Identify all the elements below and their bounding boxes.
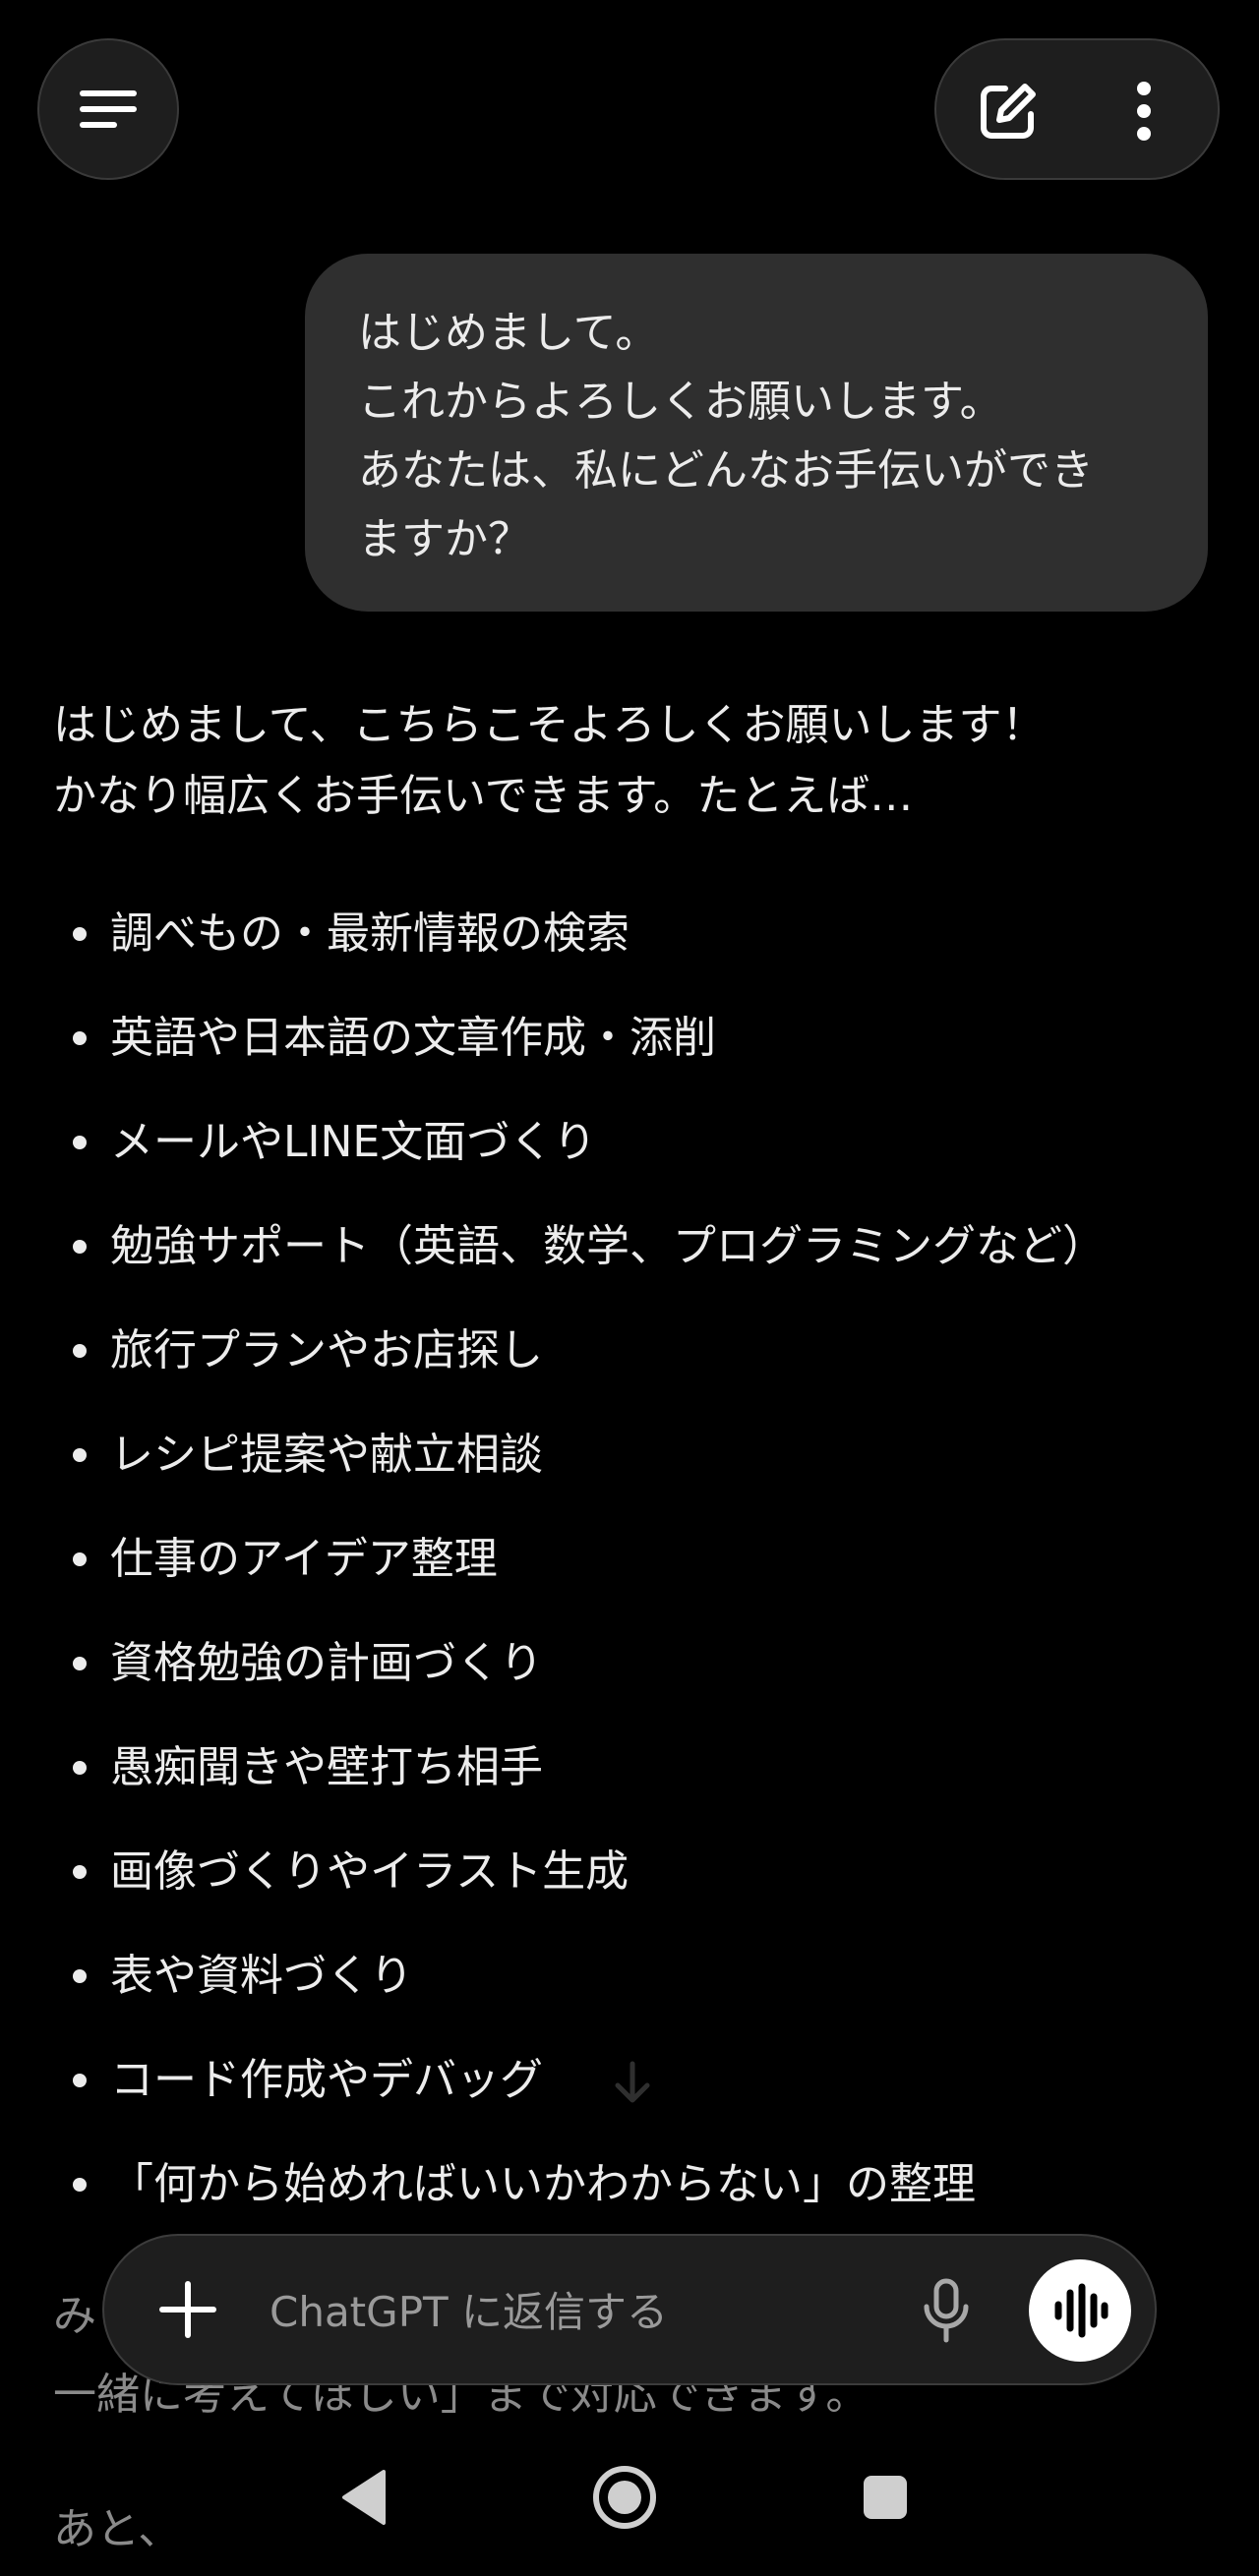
list-item-text: 資格勉強の計画づくり [110,1638,543,1688]
voice-mode-icon [1054,2283,1109,2338]
microphone-icon [924,2278,969,2343]
bullet-dot-icon [73,1761,87,1775]
arrow-down-icon [615,2061,650,2103]
more-vertical-icon [1137,82,1151,141]
recents-square-icon [864,2476,907,2519]
assistant-trailing-text: あと、 [53,2504,182,2554]
assistant-intro-line: はじめまして、こちらこそよろしくお願いします！ [53,700,1046,750]
list-item-text: コード作成やデバッグ [110,2055,543,2105]
list-item: 画像づくりやイラスト生成 [53,1833,1214,1937]
more-options-button[interactable] [1107,74,1181,148]
plus-icon [159,2281,216,2338]
bullet-dot-icon [73,2178,87,2192]
list-item-text: 調べもの・最新情報の検索 [110,908,630,959]
list-item: メールやLINE文面づくり [53,1103,1214,1207]
dictation-button[interactable] [909,2273,984,2348]
message-composer [102,2234,1157,2385]
scroll-to-bottom-button[interactable] [595,2045,670,2120]
system-recents-button[interactable] [846,2458,925,2537]
bullet-dot-icon [73,1240,87,1254]
list-item-text: レシピ提案や献立相談 [110,1430,543,1480]
list-item-text: 愚痴聞きや壁打ち相手 [110,1742,543,1792]
list-item-text: 「何から始めればいいかわからない」の整理 [110,2159,976,2209]
user-message-line: あなたは、私にどんなお手伝いができ [358,445,1094,496]
list-item-text: 画像づくりやイラスト生成 [110,1846,630,1897]
bullet-dot-icon [73,1136,87,1149]
list-item-text: 表や資料づくり [110,1951,413,2001]
list-item: 愚痴聞きや壁打ち相手 [53,1728,1214,1833]
list-item-text: 仕事のアイデア整理 [110,1534,498,1584]
list-item: 勉強サポート（英語、数学、プログラミングなど） [53,1207,1214,1312]
assistant-message-intro: はじめまして、こちらこそよろしくお願いします！ かなり幅広くお手伝いできます。た… [53,690,1045,832]
bullet-dot-icon [73,1448,87,1462]
list-item: 旅行プランやお店探し [53,1312,1214,1416]
new-chat-icon [981,84,1036,139]
voice-mode-button[interactable] [1029,2259,1131,2362]
home-circle-icon [593,2466,656,2529]
header-actions [934,38,1220,180]
user-message-bubble: はじめまして。 これからよろしくお願いします。 あなたは、私にどんなお手伝いがで… [305,254,1208,612]
bullet-dot-icon [73,1344,87,1358]
assistant-trailing-text: み [53,2291,96,2341]
list-item-text: 英語や日本語の文章作成・添削 [110,1013,716,1063]
bullet-dot-icon [73,1657,87,1670]
list-item: レシピ提案や献立相談 [53,1416,1214,1520]
list-item: 表や資料づくり [53,1937,1214,2041]
add-attachment-button[interactable] [155,2277,220,2342]
user-message-line: ますか？ [358,514,531,564]
list-item: 資格勉強の計画づくり [53,1624,1214,1728]
list-item: 仕事のアイデア整理 [53,1520,1214,1624]
bullet-dot-icon [73,1031,87,1045]
back-triangle-icon [342,2470,386,2525]
menu-icon [80,90,137,128]
system-back-button[interactable] [325,2458,403,2537]
bullet-dot-icon [73,927,87,941]
list-item: 英語や日本語の文章作成・添削 [53,999,1214,1103]
bullet-dot-icon [73,1969,87,1983]
list-item: 調べもの・最新情報の検索 [53,895,1214,999]
assistant-intro-line: かなり幅広くお手伝いできます。たとえば… [53,771,914,821]
system-home-button[interactable] [585,2458,664,2537]
list-item-text: 勉強サポート（英語、数学、プログラミングなど） [110,1221,1106,1271]
bullet-dot-icon [73,1865,87,1879]
bullet-dot-icon [73,1552,87,1566]
reply-input[interactable] [270,2279,879,2344]
list-item-text: 旅行プランやお店探し [110,1325,543,1376]
new-chat-button[interactable] [971,74,1046,148]
user-message-line: これからよろしくお願いします。 [358,377,1003,427]
menu-button[interactable] [37,38,179,180]
list-item-text: メールやLINE文面づくり [110,1117,597,1167]
bullet-dot-icon [73,2074,87,2087]
user-message-line: はじめまして。 [358,308,659,358]
